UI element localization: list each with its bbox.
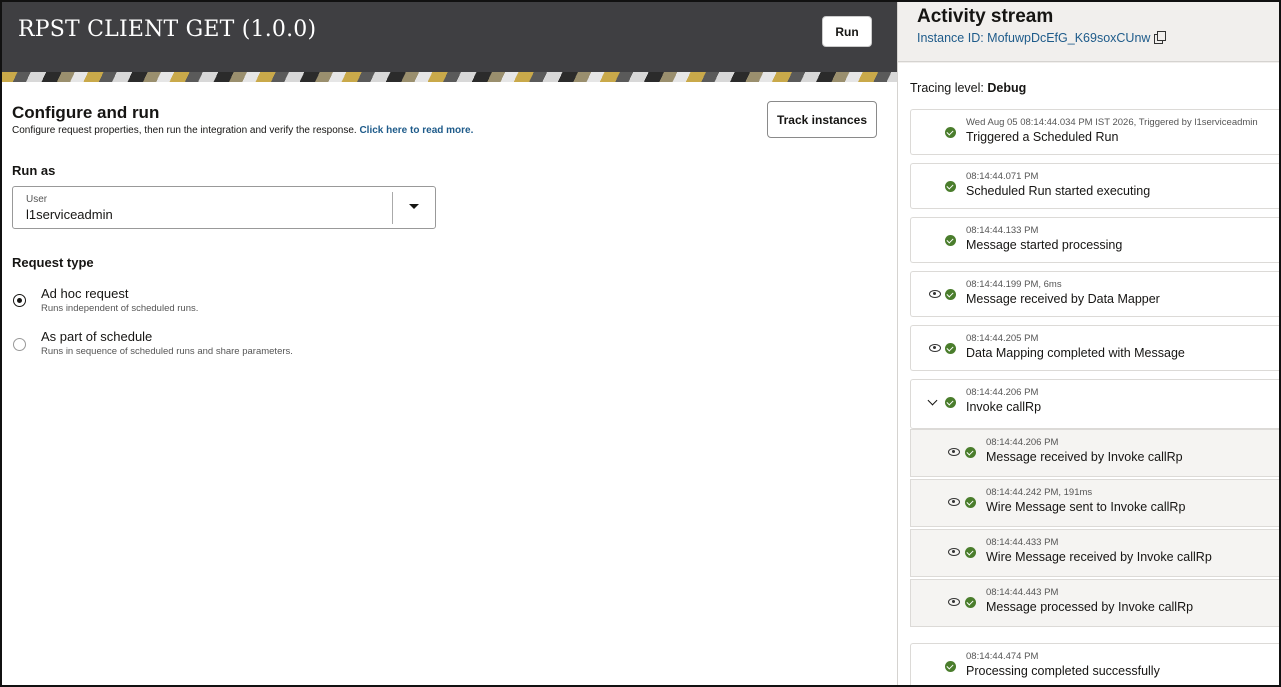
success-icon	[945, 181, 956, 192]
eye-icon[interactable]	[929, 290, 941, 298]
activity-timestamp: 08:14:44.433 PM	[986, 537, 1059, 548]
activity-timestamp: 08:14:44.206 PM	[986, 437, 1059, 448]
activity-timestamp: 08:14:44.133 PM	[966, 225, 1039, 236]
tracing-level: Tracing level: Debug	[910, 81, 1026, 95]
success-icon	[945, 235, 956, 246]
activity-timestamp: 08:14:44.474 PM	[966, 651, 1039, 662]
description-text: Configure request properties, then run t…	[12, 125, 357, 136]
activity-timestamp: 08:14:44.205 PM	[966, 333, 1039, 344]
eye-icon[interactable]	[948, 598, 960, 606]
activity-message: Data Mapping completed with Message	[966, 346, 1185, 360]
activity-timestamp: 08:14:44.242 PM, 191ms	[986, 487, 1093, 498]
success-icon	[965, 497, 976, 508]
activity-sub-item: 08:14:44.433 PM Wire Message received by…	[910, 529, 1279, 577]
option-schedule-title: As part of schedule	[41, 329, 153, 344]
activity-message: Wire Message received by Invoke callRp	[986, 550, 1212, 564]
activity-item: 08:14:44.474 PM Processing completed suc…	[910, 643, 1279, 685]
page-title: Configure and run	[12, 103, 160, 122]
instance-id: Instance ID: MofuwpDcEfG_K69soxCUnw	[917, 31, 1167, 45]
activity-message: Processing completed successfully	[966, 664, 1160, 678]
user-field-label: User	[26, 194, 48, 205]
activity-item-invoke[interactable]: 08:14:44.206 PM Invoke callRp	[910, 379, 1279, 429]
tracing-prefix: Tracing level:	[910, 81, 988, 95]
eye-icon[interactable]	[948, 448, 960, 456]
select-divider	[392, 192, 393, 224]
activity-message: Message processed by Invoke callRp	[986, 600, 1194, 614]
activity-timestamp: 08:14:44.443 PM	[986, 587, 1059, 598]
activity-message: Wire Message sent to Invoke callRp	[986, 500, 1186, 514]
success-icon	[965, 447, 976, 458]
chevron-down-icon[interactable]	[927, 395, 938, 406]
activity-item: Wed Aug 05 08:14:44.034 PM IST 2026, Tri…	[910, 109, 1279, 155]
option-schedule-sub: Runs in sequence of scheduled runs and s…	[41, 346, 293, 357]
user-select[interactable]: User l1serviceadmin	[12, 186, 436, 229]
activity-message: Scheduled Run started executing	[966, 184, 1151, 198]
activity-item: 08:14:44.199 PM, 6ms Message received by…	[910, 271, 1279, 317]
activity-item: 08:14:44.133 PM Message started processi…	[910, 217, 1279, 263]
activity-message: Message received by Data Mapper	[966, 292, 1160, 306]
run-button[interactable]: Run	[822, 16, 872, 47]
banner-decoration	[2, 72, 897, 82]
read-more-link[interactable]: Click here to read more.	[359, 125, 473, 136]
option-ad-hoc-title: Ad hoc request	[41, 286, 129, 301]
run-as-label: Run as	[12, 163, 56, 178]
activity-item: 08:14:44.071 PM Scheduled Run started ex…	[910, 163, 1279, 209]
activity-message: Message started processing	[966, 238, 1123, 252]
success-icon	[965, 597, 976, 608]
activity-timestamp: 08:14:44.199 PM, 6ms	[966, 279, 1062, 290]
chevron-down-icon[interactable]	[409, 204, 419, 209]
activity-timestamp: 08:14:44.071 PM	[966, 171, 1039, 182]
activity-pane: Activity stream Instance ID: MofuwpDcEfG…	[897, 2, 1279, 685]
eye-icon[interactable]	[948, 498, 960, 506]
success-icon	[945, 661, 956, 672]
success-icon	[945, 343, 956, 354]
activity-sub-item: 08:14:44.242 PM, 191ms Wire Message sent…	[910, 479, 1279, 527]
eye-icon[interactable]	[929, 344, 941, 352]
activity-timestamp: 08:14:44.206 PM	[966, 387, 1039, 398]
radio-schedule[interactable]	[13, 338, 26, 351]
track-instances-button[interactable]: Track instances	[767, 101, 877, 138]
integration-title: RPST CLIENT GET (1.0.0)	[18, 17, 317, 42]
success-icon	[945, 289, 956, 300]
activity-item: 08:14:44.205 PM Data Mapping completed w…	[910, 325, 1279, 371]
activity-title: Activity stream	[917, 6, 1054, 27]
activity-message: Triggered a Scheduled Run	[966, 130, 1119, 144]
configure-pane: RPST CLIENT GET (1.0.0) Run Configure an…	[2, 2, 897, 685]
success-icon	[945, 397, 956, 408]
success-icon	[945, 127, 956, 138]
activity-header: Activity stream Instance ID: MofuwpDcEfG…	[898, 2, 1279, 62]
eye-icon[interactable]	[948, 548, 960, 556]
tracing-value: Debug	[987, 81, 1027, 95]
user-field-value: l1serviceadmin	[26, 207, 113, 222]
success-icon	[965, 547, 976, 558]
activity-sub-item: 08:14:44.206 PM Message received by Invo…	[910, 429, 1279, 477]
activity-stream: Tracing level: Debug Wed Aug 05 08:14:44…	[898, 63, 1279, 685]
activity-message: Message received by Invoke callRp	[986, 450, 1183, 464]
radio-ad-hoc[interactable]	[13, 294, 26, 307]
activity-sub-item: 08:14:44.443 PM Message processed by Inv…	[910, 579, 1279, 627]
page-description: Configure request properties, then run t…	[12, 125, 473, 136]
request-type-label: Request type	[12, 255, 94, 270]
copy-icon[interactable]	[1154, 31, 1167, 44]
instance-id-text: Instance ID: MofuwpDcEfG_K69soxCUnw	[917, 31, 1151, 45]
app-frame: RPST CLIENT GET (1.0.0) Run Configure an…	[0, 0, 1281, 687]
option-ad-hoc-sub: Runs independent of scheduled runs.	[41, 303, 199, 314]
activity-timestamp: Wed Aug 05 08:14:44.034 PM IST 2026, Tri…	[966, 117, 1258, 128]
activity-message: Invoke callRp	[966, 400, 1042, 414]
integration-banner: RPST CLIENT GET (1.0.0) Run	[2, 2, 897, 82]
